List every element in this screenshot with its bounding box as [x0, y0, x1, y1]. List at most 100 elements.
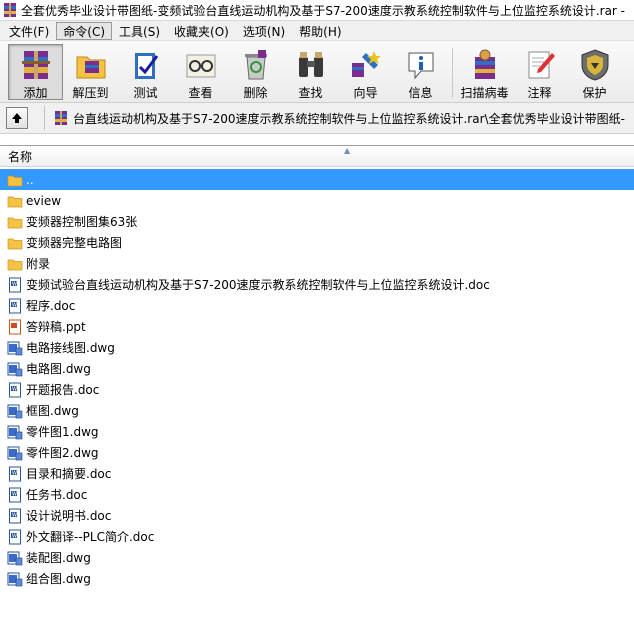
menu-commands[interactable]: 命令(C): [56, 21, 113, 40]
comment-button[interactable]: 注释: [512, 44, 567, 100]
address-bar: 台直线运动机构及基于S7-200速度示教系统控制软件与上位监控系统设计.rar\…: [0, 103, 634, 134]
list-item[interactable]: 答辩稿.ppt: [0, 316, 634, 337]
svg-text:W: W: [12, 302, 17, 308]
doc-file-icon: W: [9, 466, 21, 481]
dwg-file-icon: [7, 551, 23, 565]
list-item[interactable]: 零件图1.dwg: [0, 421, 634, 442]
protect-shield-icon: [581, 49, 608, 81]
test-button[interactable]: 测试: [118, 44, 173, 100]
file-list[interactable]: 名称 ▲ .. eview 变频器控制图集63张 变频器完整电路图 附录 W 变频试验台直线…: [0, 145, 634, 641]
file-name: 零件图2.dwg: [26, 446, 99, 460]
comment-pen-icon: [528, 51, 555, 79]
dwg-file-icon: [7, 446, 23, 460]
ppt-file-icon: [9, 319, 21, 334]
wizard-icon: [351, 51, 381, 77]
find-button[interactable]: 查找: [283, 44, 338, 100]
delete-button[interactable]: 删除: [228, 44, 283, 100]
dwg-file-icon: [7, 425, 23, 439]
toolbar: 添加 解压到 测试 查看 删除 查找 向导 信息 扫描病毒 注释 保护: [0, 41, 634, 103]
arrow-up-icon: [12, 113, 22, 123]
info-icon: [408, 52, 433, 80]
extract-to-button[interactable]: 解压到: [63, 44, 118, 100]
test-checkmark-icon: [134, 53, 158, 79]
up-one-level-button[interactable]: [6, 107, 28, 129]
file-rows: .. eview 变频器控制图集63张 变频器完整电路图 附录 W 变频试验台直线运动机构及…: [0, 167, 634, 589]
list-item[interactable]: W 任务书.doc: [0, 484, 634, 505]
protect-label: 保护: [582, 86, 607, 100]
menu-favorites[interactable]: 收藏夹(O): [167, 22, 236, 40]
menu-bar: 文件(F) 命令(C) 工具(S) 收藏夹(O) 选项(N) 帮助(H): [0, 21, 634, 41]
virus-scan-button[interactable]: 扫描病毒: [457, 44, 512, 100]
svg-text:W: W: [12, 512, 17, 518]
wizard-button[interactable]: 向导: [338, 44, 393, 100]
doc-file-icon: W: [9, 277, 21, 292]
find-label: 查找: [298, 86, 323, 100]
file-name: 装配图.dwg: [26, 551, 91, 565]
list-item[interactable]: W 外文翻译--PLC简介.doc: [0, 526, 634, 547]
file-name: 电路图.dwg: [26, 362, 91, 376]
file-name: 变频试验台直线运动机构及基于S7-200速度示教系统控制软件与上位监控系统设计.…: [26, 278, 490, 292]
window-title: 全套优秀毕业设计带图纸-变频试验台直线运动机构及基于S7-200速度示教系统控制…: [21, 3, 626, 18]
list-item[interactable]: 变频器完整电路图: [0, 232, 634, 253]
dwg-file-icon: [7, 341, 23, 355]
list-item[interactable]: 装配图.dwg: [0, 547, 634, 568]
info-button[interactable]: 信息: [393, 44, 448, 100]
svg-text:W: W: [12, 386, 17, 392]
list-item[interactable]: W 开题报告.doc: [0, 379, 634, 400]
virus-scan-label: 扫描病毒: [460, 86, 509, 100]
extract-folder-icon: [76, 56, 105, 79]
virus-scan-icon: [474, 49, 495, 79]
doc-file-icon: W: [9, 382, 21, 397]
file-name: 框图.dwg: [26, 404, 79, 418]
list-item[interactable]: 框图.dwg: [0, 400, 634, 421]
address-path-field[interactable]: 台直线运动机构及基于S7-200速度示教系统控制软件与上位监控系统设计.rar\…: [53, 107, 634, 129]
winrar-app-icon: [4, 3, 16, 17]
svg-text:W: W: [12, 281, 17, 287]
dwg-file-icon: [7, 404, 23, 418]
file-name: 零件图1.dwg: [26, 425, 99, 439]
folder-icon: [7, 217, 23, 228]
doc-file-icon: W: [9, 508, 21, 523]
add-button[interactable]: 添加: [8, 44, 63, 100]
comment-label: 注释: [527, 86, 552, 100]
list-item[interactable]: W 设计说明书.doc: [0, 505, 634, 526]
list-item[interactable]: 变频器控制图集63张: [0, 211, 634, 232]
dwg-file-icon: [7, 572, 23, 586]
file-name: 设计说明书.doc: [26, 509, 112, 523]
file-name: 电路接线图.dwg: [26, 341, 115, 355]
doc-file-icon: W: [9, 529, 21, 544]
column-name-label: 名称: [8, 149, 33, 164]
dwg-file-icon: [7, 362, 23, 376]
sort-ascending-icon: ▲: [344, 146, 351, 155]
file-name: 答辩稿.ppt: [26, 320, 86, 334]
list-item[interactable]: W 程序.doc: [0, 295, 634, 316]
list-item[interactable]: 电路接线图.dwg: [0, 337, 634, 358]
list-item[interactable]: ..: [0, 169, 634, 190]
toolbar-separator: [452, 48, 453, 98]
file-name: 开题报告.doc: [26, 383, 100, 397]
file-name: 组合图.dwg: [26, 572, 91, 586]
menu-file[interactable]: 文件(F): [2, 22, 56, 40]
list-item[interactable]: W 变频试验台直线运动机构及基于S7-200速度示教系统控制软件与上位监控系统设计…: [0, 274, 634, 295]
menu-options[interactable]: 选项(N): [236, 22, 292, 40]
svg-text:W: W: [12, 491, 17, 497]
list-item[interactable]: 组合图.dwg: [0, 568, 634, 589]
list-item[interactable]: 附录: [0, 253, 634, 274]
info-label: 信息: [408, 86, 433, 100]
menu-tools[interactable]: 工具(S): [112, 22, 167, 40]
find-binoculars-icon: [298, 52, 323, 77]
delete-recycle-icon: [244, 50, 267, 80]
wizard-label: 向导: [353, 86, 378, 100]
file-name: 目录和摘要.doc: [26, 467, 112, 481]
list-item[interactable]: 零件图2.dwg: [0, 442, 634, 463]
test-label: 测试: [133, 86, 158, 100]
view-button[interactable]: 查看: [173, 44, 228, 100]
file-name: 外文翻译--PLC简介.doc: [26, 530, 155, 544]
view-label: 查看: [188, 86, 213, 100]
menu-help[interactable]: 帮助(H): [292, 22, 348, 40]
list-item[interactable]: W 目录和摘要.doc: [0, 463, 634, 484]
list-item[interactable]: 电路图.dwg: [0, 358, 634, 379]
protect-button[interactable]: 保护: [567, 44, 622, 100]
list-item[interactable]: eview: [0, 190, 634, 211]
column-header-name[interactable]: 名称 ▲: [0, 146, 634, 167]
